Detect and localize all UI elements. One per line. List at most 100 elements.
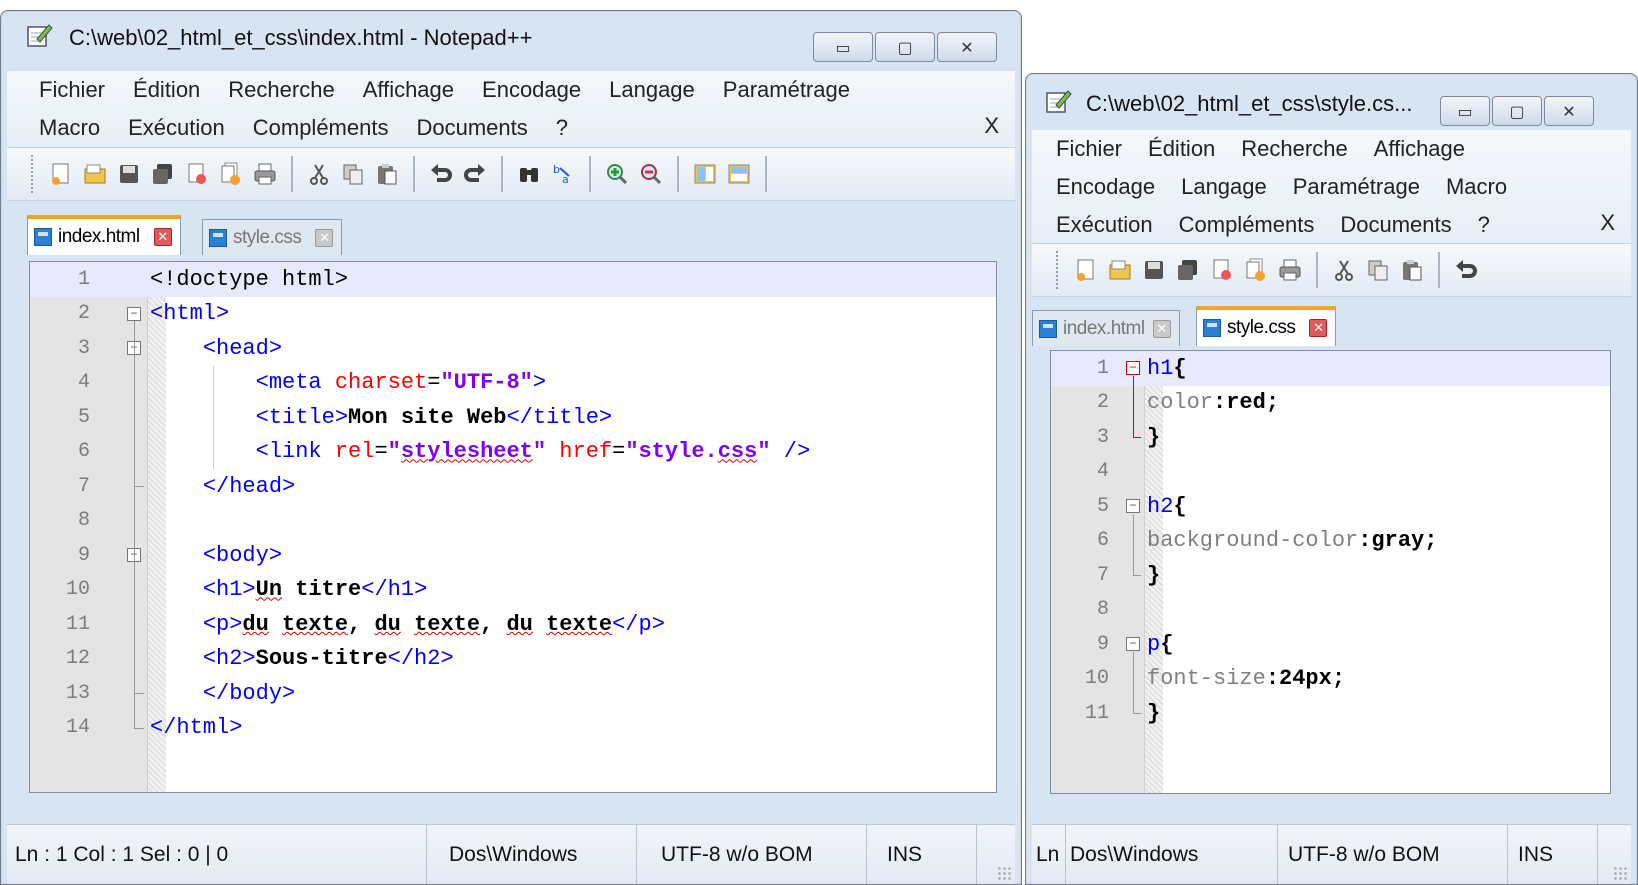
tab-close-icon[interactable]: ✕ [315,228,334,247]
menu-complements[interactable]: Compléments [253,115,389,141]
menu-edition[interactable]: Édition [1148,136,1215,162]
fold-toggle-icon[interactable]: − [127,306,141,321]
title-bar[interactable]: C:\web\02_html_et_css\index.html - Notep… [1,11,1021,63]
zoom-out-icon[interactable] [637,160,665,188]
copy-icon[interactable] [1364,256,1392,284]
save-all-icon[interactable] [149,160,177,188]
menu-parametrage[interactable]: Paramétrage [723,77,850,103]
menu-encodage[interactable]: Encodage [1056,174,1155,200]
close-window-button[interactable]: ✕ [937,32,997,62]
menu-documents[interactable]: Documents [416,115,527,141]
code-line[interactable]: 8 [1051,593,1610,628]
copy-icon[interactable] [339,160,367,188]
title-bar[interactable]: C:\web\02_html_et_css\style.cs... ▭ ▢ ✕ [1026,74,1637,126]
code-line[interactable]: 9 <body> [30,538,996,573]
cut-icon[interactable] [1330,256,1358,284]
code-line[interactable]: 8 [30,504,996,539]
menu-fichier[interactable]: Fichier [39,77,105,103]
code-line[interactable]: 2 color:red; [1051,386,1610,421]
resize-grip[interactable] [997,866,1011,880]
code-line[interactable]: 7 </head> [30,469,996,504]
sync-v-icon[interactable] [691,160,719,188]
save-icon[interactable] [1140,256,1168,284]
close-icon[interactable] [1208,256,1236,284]
code-line[interactable]: 6 <link rel="stylesheet" href="style.css… [30,435,996,470]
undo-icon[interactable] [427,160,455,188]
code-line[interactable]: 14 </html> [30,711,996,746]
close-document-button[interactable]: X [984,113,999,139]
menu-help[interactable]: ? [1478,212,1490,238]
replace-icon[interactable]: ba [549,160,577,188]
menu-langage[interactable]: Langage [609,77,695,103]
code-line[interactable]: 10 <h1>Un titre</h1> [30,573,996,608]
close-icon[interactable] [183,160,211,188]
menu-macro[interactable]: Macro [1446,174,1507,200]
menu-affichage[interactable]: Affichage [1374,136,1465,162]
code-line[interactable]: 1 <!doctype html> [30,262,996,297]
code-editor[interactable]: 1 <!doctype html> 2 <html> 3 <head> 4 <meta c… [29,261,997,793]
paste-icon[interactable] [373,160,401,188]
tab-index-html[interactable]: index.html ✕ [1032,310,1180,346]
sync-h-icon[interactable] [725,160,753,188]
code-line[interactable]: 2 <html> [30,297,996,332]
code-line[interactable]: 13 </body> [30,676,996,711]
tab-close-icon[interactable]: ✕ [153,228,172,246]
menu-execution[interactable]: Exécution [128,115,225,141]
code-line[interactable]: 5 <title>Mon site Web</title> [30,400,996,435]
save-icon[interactable] [115,160,143,188]
redo-icon[interactable] [461,160,489,188]
toolbar-grip[interactable] [31,155,35,193]
menu-recherche[interactable]: Recherche [1241,136,1347,162]
paste-icon[interactable] [1398,256,1426,284]
code-line[interactable]: 11 <p>du texte, du texte, du texte</p> [30,607,996,642]
minimize-button[interactable]: ▭ [813,32,873,62]
code-line[interactable]: 4 [1051,455,1610,490]
tab-close-icon[interactable]: ✕ [1152,319,1171,338]
code-line[interactable]: 12 <h2>Sous-titre</h2> [30,642,996,677]
close-all-icon[interactable] [217,160,245,188]
notepad-window-style[interactable]: C:\web\02_html_et_css\style.cs... ▭ ▢ ✕ … [1025,73,1638,885]
open-file-icon[interactable] [1106,256,1134,284]
menu-parametrage[interactable]: Paramétrage [1293,174,1420,200]
menu-edition[interactable]: Édition [133,77,200,103]
print-icon[interactable] [251,160,279,188]
undo-icon[interactable] [1452,256,1480,284]
code-editor[interactable]: 1 h1{2 color:red; 3} 4 5 h2{6 background-color:… [1050,350,1611,794]
cut-icon[interactable] [305,160,333,188]
code-line[interactable]: 4 <meta charset="UTF-8"> [30,366,996,401]
tab-style-css[interactable]: style.css ✕ [1196,306,1337,346]
find-icon[interactable] [515,160,543,188]
menu-documents[interactable]: Documents [1340,212,1451,238]
code-line[interactable]: 3 <head> [30,331,996,366]
close-document-button[interactable]: X [1600,210,1615,236]
toolbar-grip[interactable] [1056,251,1060,289]
menu-execution[interactable]: Exécution [1056,212,1153,238]
maximize-button[interactable]: ▢ [875,32,935,62]
menu-encodage[interactable]: Encodage [482,77,581,103]
close-all-icon[interactable] [1242,256,1270,284]
print-icon[interactable] [1276,256,1304,284]
menu-complements[interactable]: Compléments [1179,212,1315,238]
code-line[interactable]: 6 background-color:gray; [1051,524,1610,559]
menu-macro[interactable]: Macro [39,115,100,141]
code-line[interactable]: 10 font-size:24px; [1051,662,1610,697]
minimize-button[interactable]: ▭ [1440,96,1490,126]
menu-affichage[interactable]: Affichage [363,77,454,103]
tab-index-html[interactable]: index.html ✕ [27,215,181,255]
resize-grip[interactable] [1613,866,1627,880]
new-file-icon[interactable] [1072,256,1100,284]
tab-style-css[interactable]: style.css ✕ [202,219,343,255]
notepad-window-index[interactable]: C:\web\02_html_et_css\index.html - Notep… [0,10,1022,885]
fold-toggle-icon[interactable]: − [1126,361,1140,375]
zoom-in-icon[interactable] [603,160,631,188]
close-window-button[interactable]: ✕ [1544,96,1594,126]
save-all-icon[interactable] [1174,256,1202,284]
fold-toggle-icon[interactable]: − [1126,637,1140,651]
fold-toggle-icon[interactable]: − [1126,499,1140,513]
maximize-button[interactable]: ▢ [1492,96,1542,126]
menu-recherche[interactable]: Recherche [228,77,334,103]
menu-fichier[interactable]: Fichier [1056,136,1122,162]
tab-close-icon[interactable]: ✕ [1309,319,1328,337]
new-file-icon[interactable] [47,160,75,188]
open-file-icon[interactable] [81,160,109,188]
